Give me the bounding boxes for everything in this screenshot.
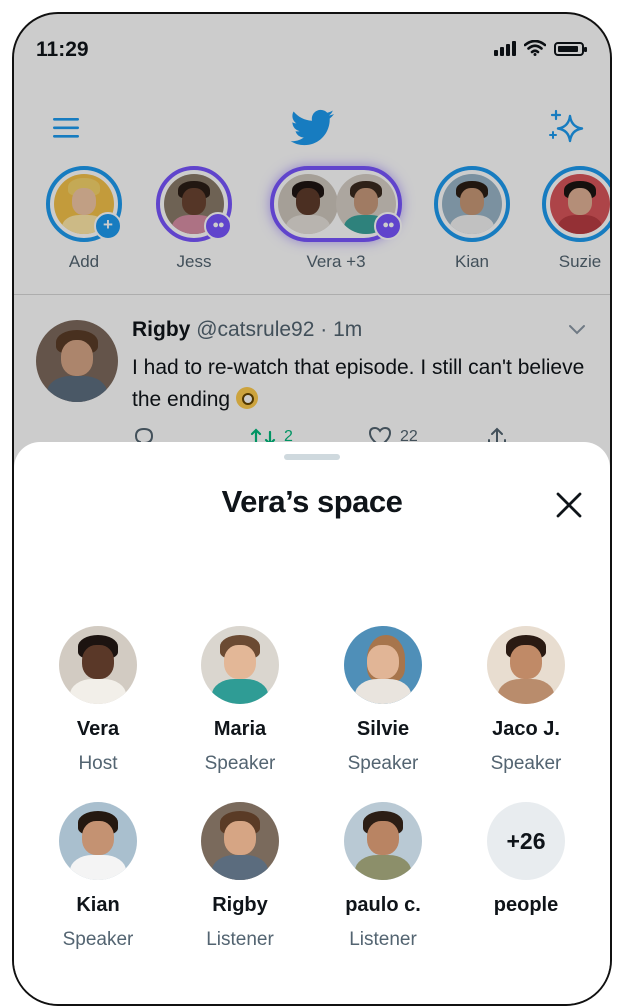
tweet[interactable]: Rigby @catsrule92 · 1m I had to re-watch…: [14, 310, 610, 460]
space-sheet: Vera’s space Vera Host Maria Speaker Sil…: [14, 442, 610, 1004]
participant[interactable]: Maria Speaker: [170, 626, 310, 775]
avatar: [487, 626, 565, 704]
fleet-item-kian[interactable]: Kian: [434, 166, 510, 272]
divider: [14, 294, 610, 295]
emoji-icon: [236, 387, 259, 409]
tweet-text: I had to re-watch that episode. I still …: [132, 352, 592, 416]
phone-frame: 11:29 + Add ●● Jess ●● Vera +3 Kian Suzi…: [12, 12, 612, 1006]
fleet-item-vera-group[interactable]: ●● Vera +3: [270, 166, 402, 272]
participant-name: Rigby: [212, 894, 268, 916]
add-badge-icon: +: [94, 212, 122, 240]
avatar: [201, 802, 279, 880]
participant-role: Speaker: [490, 753, 562, 774]
tweet-separator: ·: [320, 318, 328, 341]
more-people-count: +26: [487, 802, 565, 880]
top-nav: [14, 102, 610, 158]
participant[interactable]: Rigby Listener: [170, 802, 310, 951]
fleet-ring: ●●: [156, 166, 232, 242]
fleet-ring: [542, 166, 610, 242]
avatar: [59, 802, 137, 880]
avatar: [344, 626, 422, 704]
participant-name: Kian: [76, 894, 120, 916]
fleet-row: + Add ●● Jess ●● Vera +3 Kian Suzie: [14, 166, 610, 298]
avatar: [201, 626, 279, 704]
participant[interactable]: Vera Host: [28, 626, 168, 775]
participant-role: Host: [78, 753, 118, 774]
status-time: 11:29: [36, 38, 89, 61]
participant-role: Speaker: [62, 929, 134, 950]
participant-name: Jaco J.: [492, 718, 560, 740]
avatar: [344, 802, 422, 880]
battery-icon: [554, 42, 587, 56]
fleet-group-ring: ●●: [270, 166, 402, 242]
fleet-label: Vera +3: [306, 252, 366, 271]
tweet-text-content: I had to re-watch that episode. I still …: [132, 356, 585, 411]
more-people-label: people: [493, 894, 559, 916]
fleet-label: Kian: [454, 252, 490, 271]
more-people-button[interactable]: +26 people: [456, 802, 596, 917]
fleet-ring: +: [46, 166, 122, 242]
fleet-item-add[interactable]: + Add: [46, 166, 122, 272]
signal-icon: [494, 40, 516, 56]
participant-name: Silvie: [356, 718, 410, 740]
sparkle-icon[interactable]: [548, 108, 586, 146]
fleet-label: Add: [68, 252, 100, 271]
tweet-header: Rigby @catsrule92 · 1m: [132, 318, 362, 342]
tweet-handle[interactable]: @catsrule92: [196, 318, 314, 341]
status-icons: [494, 40, 587, 56]
avatar: [278, 174, 338, 234]
participant[interactable]: Jaco J. Speaker: [456, 626, 596, 775]
avatar: [442, 174, 502, 234]
bird-logo-icon: [290, 109, 335, 146]
avatar: [550, 174, 610, 234]
participant[interactable]: Silvie Speaker: [313, 626, 453, 775]
participant[interactable]: paulo c. Listener: [313, 802, 453, 951]
participant-role: Speaker: [204, 753, 276, 774]
tweet-time: 1m: [333, 318, 363, 341]
participant-role: Listener: [349, 929, 417, 950]
wifi-icon: [524, 40, 546, 56]
fleet-item-suzie[interactable]: Suzie: [542, 166, 610, 272]
menu-icon[interactable]: [52, 116, 80, 140]
fleet-label: Jess: [176, 252, 212, 271]
participant-name: paulo c.: [345, 894, 421, 916]
tweet-author-name[interactable]: Rigby: [132, 318, 190, 341]
participant-role: Listener: [206, 929, 274, 950]
space-badge-icon: ●●: [204, 212, 232, 240]
participant-name: Maria: [213, 718, 267, 740]
avatar: [59, 626, 137, 704]
close-icon[interactable]: [554, 490, 584, 520]
fleet-item-jess[interactable]: ●● Jess: [156, 166, 232, 272]
participant-role: Speaker: [347, 753, 419, 774]
participant[interactable]: Kian Speaker: [28, 802, 168, 951]
sheet-title: Vera’s space: [221, 484, 403, 519]
fleet-ring: [434, 166, 510, 242]
space-badge-icon: ●●: [374, 212, 402, 240]
sheet-grabber[interactable]: [284, 454, 340, 460]
battery-fill: [558, 46, 578, 52]
status-bar: 11:29: [14, 14, 610, 84]
participant-name: Vera: [76, 718, 120, 740]
avatar[interactable]: [36, 320, 118, 402]
fleet-label: Suzie: [558, 252, 602, 271]
chevron-down-icon[interactable]: [568, 324, 586, 336]
